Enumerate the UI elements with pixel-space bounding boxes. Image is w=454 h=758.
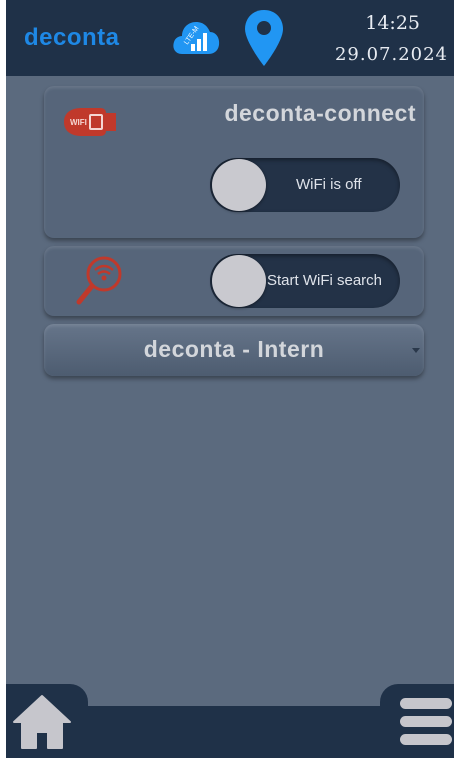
wifi-connector-icon: WIFI [64, 108, 116, 136]
wifi-search-toggle[interactable]: Start WiFi search [210, 254, 400, 308]
toggle-knob[interactable] [212, 255, 266, 307]
card-title: deconta-connect [224, 100, 416, 126]
wifi-search-card: Start WiFi search [44, 246, 424, 316]
toggle-label: Start WiFi search [267, 272, 383, 289]
wifi-search-icon [76, 256, 122, 305]
deconta-connect-card: WIFI deconta-connect WiFi is off [44, 86, 424, 238]
dropdown-selected-value: deconta - Intern [143, 336, 325, 362]
clock-date: 29.07.2024 [334, 44, 448, 65]
chevron-down-icon[interactable] [412, 348, 420, 353]
clock-time: 14:25 [365, 12, 420, 34]
toggle-label: WiFi is off [296, 176, 362, 193]
network-dropdown[interactable]: deconta - Intern [44, 324, 424, 376]
brand-logo: deconta [24, 24, 120, 51]
wifi-toggle[interactable]: WiFi is off [210, 158, 400, 212]
hamburger-menu-icon[interactable] [398, 694, 452, 750]
toggle-knob[interactable] [212, 159, 266, 211]
home-icon[interactable] [12, 694, 72, 750]
svg-text:WIFI: WIFI [70, 118, 87, 127]
status-header: deconta LTE-M 14:25 29.07.2024 [6, 0, 454, 76]
app-screen: deconta LTE-M 14:25 29.07.2024 WIFI deco… [6, 0, 454, 758]
cloud-lte-signal-icon: LTE-M [173, 22, 220, 54]
location-pin-icon [245, 10, 283, 66]
